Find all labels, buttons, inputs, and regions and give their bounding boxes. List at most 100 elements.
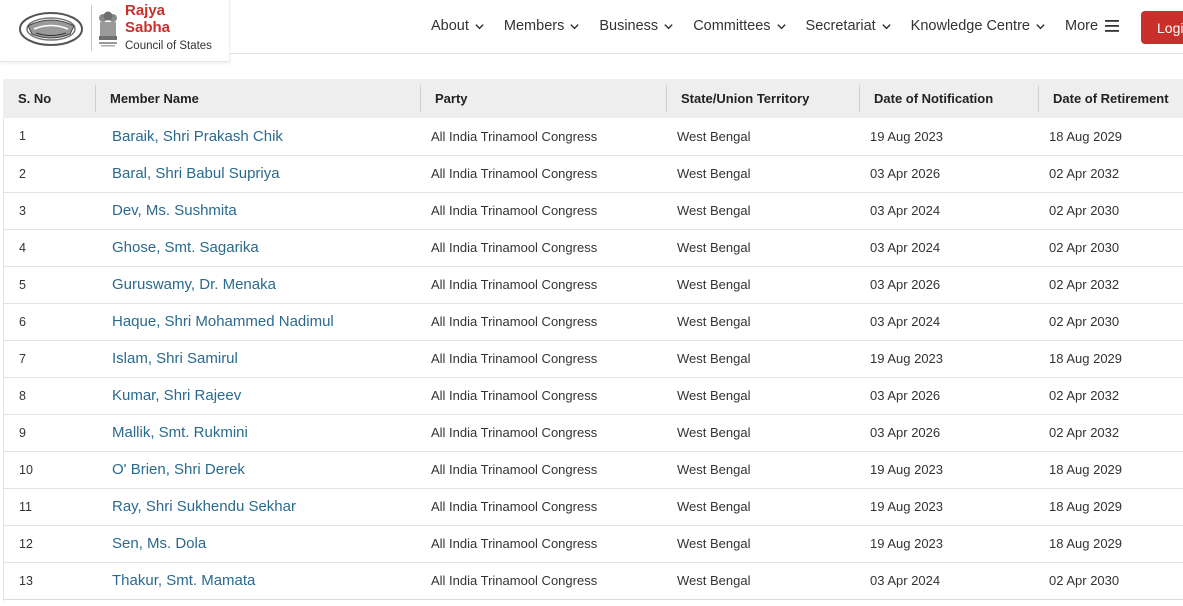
column-header-member-name[interactable]: Member Name — [95, 79, 420, 118]
cell-party: All India Trinamool Congress — [420, 451, 666, 489]
cell-date-notification: 03 Apr 2026 — [859, 155, 1038, 193]
column-header-sno[interactable]: S. No — [3, 79, 95, 118]
table-row: 3 Dev, Ms. Sushmita All India Trinamool Co… — [3, 192, 1183, 230]
cell-sno: 11 — [3, 488, 95, 526]
login-button[interactable]: Login — [1141, 11, 1183, 44]
cell-date-notification: 19 Aug 2023 — [859, 525, 1038, 563]
column-header-state[interactable]: State/Union Territory — [666, 79, 859, 118]
member-name-link[interactable]: Dev, Ms. Sushmita — [112, 202, 237, 219]
nav-item-label: About — [431, 18, 469, 34]
cell-member-name: Haque, Shri Mohammed Nadimul — [95, 303, 420, 341]
cell-date-retirement: 02 Apr 2032 — [1038, 414, 1183, 452]
cell-party: All India Trinamool Congress — [420, 303, 666, 341]
table-row: 6 Haque, Shri Mohammed Nadimul All India T… — [3, 303, 1183, 341]
cell-member-name: Ray, Shri Sukhendu Sekhar — [95, 488, 420, 526]
chevron-down-icon — [570, 23, 580, 29]
main-nav: About Members Business Committees Secret… — [431, 15, 1120, 37]
nav-item-label: Knowledge Centre — [910, 18, 1030, 34]
cell-state: West Bengal — [666, 303, 859, 341]
member-name-link[interactable]: Baral, Shri Babul Supriya — [112, 165, 280, 182]
national-emblem-icon — [99, 11, 117, 47]
members-table: S. No Member Name Party State/Union Terr… — [3, 79, 1183, 600]
cell-member-name: Baral, Shri Babul Supriya — [95, 155, 420, 193]
cell-sno: 5 — [3, 266, 95, 304]
nav-item-committees[interactable]: Committees — [693, 18, 786, 34]
cell-sno: 7 — [3, 340, 95, 378]
cell-member-name: Sen, Ms. Dola — [95, 525, 420, 563]
cell-date-notification: 19 Aug 2023 — [859, 118, 1038, 156]
cell-member-name: O' Brien, Shri Derek — [95, 451, 420, 489]
brand-text: Rajya Sabha Council of States — [125, 2, 212, 53]
nav-item-knowledge-centre[interactable]: Knowledge Centre — [911, 18, 1046, 34]
nav-item-more[interactable]: More — [1065, 18, 1120, 34]
nav-item-about[interactable]: About — [431, 18, 485, 34]
cell-state: West Bengal — [666, 377, 859, 415]
cell-state: West Bengal — [666, 266, 859, 304]
member-name-link[interactable]: Islam, Shri Samirul — [112, 350, 238, 367]
member-name-link[interactable]: Sen, Ms. Dola — [112, 535, 206, 552]
nav-item-business[interactable]: Business — [599, 18, 674, 34]
cell-party: All India Trinamool Congress — [420, 340, 666, 378]
cell-sno: 4 — [3, 229, 95, 267]
table-body: 1 Baraik, Shri Prakash Chik All India Trin… — [3, 118, 1183, 600]
column-header-date-retirement[interactable]: Date of Retirement — [1038, 79, 1183, 118]
cell-date-notification: 19 Aug 2023 — [859, 340, 1038, 378]
cell-member-name: Thakur, Smt. Mamata — [95, 562, 420, 600]
cell-member-name: Baraik, Shri Prakash Chik — [95, 118, 420, 156]
cell-date-retirement: 02 Apr 2030 — [1038, 303, 1183, 341]
table-row: 4 Ghose, Smt. Sagarika All India Trinamool… — [3, 229, 1183, 267]
cell-date-retirement: 18 Aug 2029 — [1038, 525, 1183, 563]
column-header-party[interactable]: Party — [420, 79, 666, 118]
column-header-date-notification[interactable]: Date of Notification — [859, 79, 1038, 118]
cell-date-retirement: 18 Aug 2029 — [1038, 340, 1183, 378]
cell-date-notification: 19 Aug 2023 — [859, 488, 1038, 526]
nav-item-members[interactable]: Members — [504, 18, 580, 34]
cell-date-notification: 03 Apr 2024 — [859, 562, 1038, 600]
member-name-link[interactable]: Ray, Shri Sukhendu Sekhar — [112, 498, 296, 515]
cell-state: West Bengal — [666, 488, 859, 526]
cell-party: All India Trinamool Congress — [420, 414, 666, 452]
cell-sno: 9 — [3, 414, 95, 452]
table-header-row: S. No Member Name Party State/Union Terr… — [3, 79, 1183, 118]
cell-member-name: Islam, Shri Samirul — [95, 340, 420, 378]
table-row: 5 Guruswamy, Dr. Menaka All India Trinamoo… — [3, 266, 1183, 304]
brand-logo-card[interactable]: Rajya Sabha Council of States — [0, 0, 230, 62]
member-name-link[interactable]: O' Brien, Shri Derek — [112, 461, 245, 478]
cell-date-retirement: 02 Apr 2030 — [1038, 192, 1183, 230]
table-row: 8 Kumar, Shri Rajeev All India Trinamool C… — [3, 377, 1183, 415]
cell-state: West Bengal — [666, 414, 859, 452]
nav-item-secretariat[interactable]: Secretariat — [806, 18, 892, 34]
cell-date-notification: 03 Apr 2026 — [859, 414, 1038, 452]
hamburger-menu-icon — [1105, 20, 1120, 32]
member-name-link[interactable]: Baraik, Shri Prakash Chik — [112, 128, 283, 145]
cell-party: All India Trinamool Congress — [420, 377, 666, 415]
logo-divider — [91, 5, 92, 51]
cell-date-retirement: 18 Aug 2029 — [1038, 451, 1183, 489]
member-name-link[interactable]: Mallik, Smt. Rukmini — [112, 424, 248, 441]
member-name-link[interactable]: Guruswamy, Dr. Menaka — [112, 276, 276, 293]
cell-date-retirement: 18 Aug 2029 — [1038, 488, 1183, 526]
cell-date-retirement: 02 Apr 2030 — [1038, 229, 1183, 267]
table-row: 2 Baral, Shri Babul Supriya All India Trin… — [3, 155, 1183, 193]
nav-item-label: Committees — [693, 18, 771, 34]
cell-state: West Bengal — [666, 451, 859, 489]
nav-item-label: Members — [503, 18, 565, 34]
member-name-link[interactable]: Ghose, Smt. Sagarika — [112, 239, 259, 256]
brand-subtitle: Council of States — [125, 40, 212, 52]
cell-sno: 2 — [3, 155, 95, 193]
member-name-link[interactable]: Haque, Shri Mohammed Nadimul — [112, 313, 334, 330]
brand-name-line2: Sabha — [125, 19, 171, 36]
cell-date-retirement: 02 Apr 2032 — [1038, 155, 1183, 193]
member-name-link[interactable]: Kumar, Shri Rajeev — [112, 387, 241, 404]
nav-item-label: Secretariat — [805, 18, 876, 34]
cell-state: West Bengal — [666, 562, 859, 600]
cell-date-retirement: 02 Apr 2032 — [1038, 266, 1183, 304]
cell-state: West Bengal — [666, 118, 859, 156]
cell-party: All India Trinamool Congress — [420, 192, 666, 230]
table-header: S. No Member Name Party State/Union Terr… — [3, 79, 1183, 118]
cell-sno: 8 — [3, 377, 95, 415]
members-table-container: S. No Member Name Party State/Union Terr… — [3, 79, 1183, 600]
cell-member-name: Guruswamy, Dr. Menaka — [95, 266, 420, 304]
cell-party: All India Trinamool Congress — [420, 266, 666, 304]
member-name-link[interactable]: Thakur, Smt. Mamata — [112, 572, 255, 589]
